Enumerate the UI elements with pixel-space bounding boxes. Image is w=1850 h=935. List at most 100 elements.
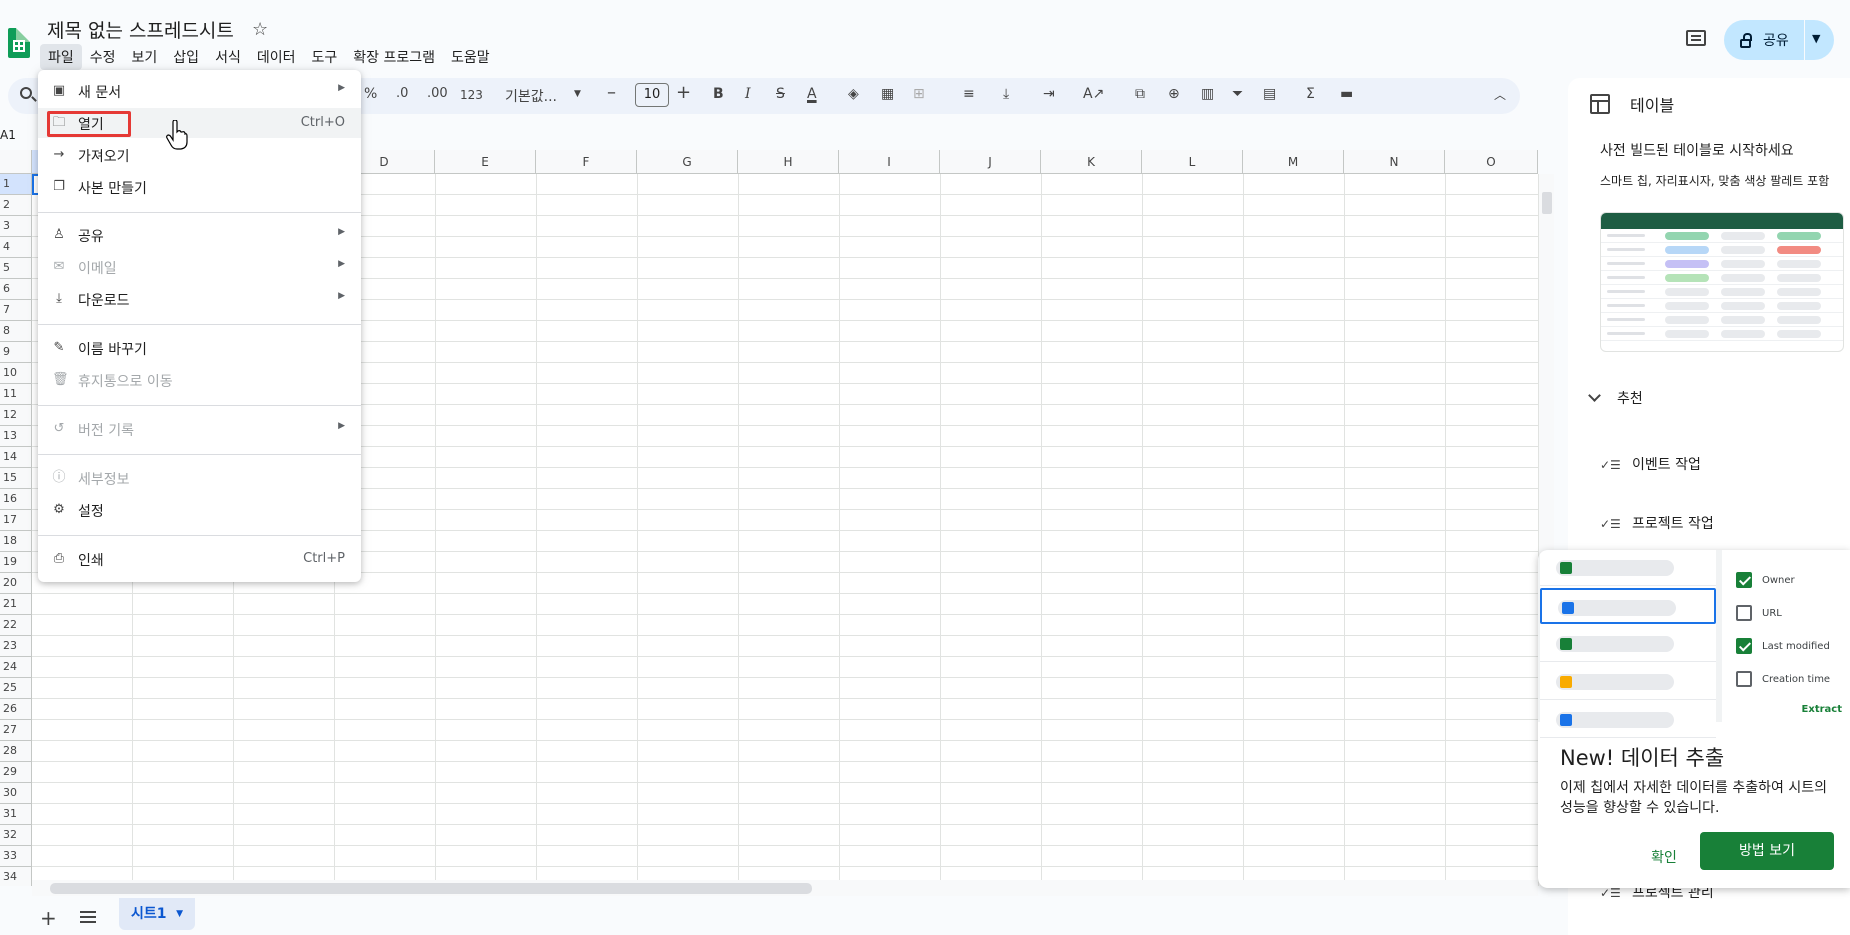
row-header[interactable]: 30 (0, 783, 32, 804)
row-header[interactable]: 18 (0, 531, 32, 552)
column-header[interactable]: N (1344, 150, 1445, 174)
column-header[interactable]: K (1041, 150, 1142, 174)
row-header[interactable]: 9 (0, 342, 32, 363)
horizontal-align-icon[interactable]: ≡ (963, 86, 975, 102)
vertical-align-icon[interactable]: ⤓ (1003, 86, 1009, 102)
add-sheet-icon[interactable]: + (40, 906, 57, 930)
menu-item-version-history[interactable]: ↺ 버전 기록 ▶ (38, 414, 361, 444)
row-header[interactable]: 11 (0, 384, 32, 405)
column-header[interactable]: J (940, 150, 1041, 174)
collapse-toolbar-icon[interactable]: ︿ (1494, 86, 1506, 103)
menu-item-rename[interactable]: ✎ 이름 바꾸기 (38, 333, 361, 363)
row-header[interactable]: 12 (0, 405, 32, 426)
row-header[interactable]: 3 (0, 216, 32, 237)
column-header[interactable]: H (738, 150, 839, 174)
name-box[interactable]: A1 (0, 128, 16, 142)
share-dropdown-icon[interactable]: ▼ (1812, 32, 1820, 45)
menu-data[interactable]: 데이터 (249, 44, 304, 70)
menu-insert[interactable]: 삽입 (165, 44, 207, 70)
decrease-decimal-button[interactable]: .0 (396, 86, 408, 101)
row-header[interactable]: 15 (0, 468, 32, 489)
row-header[interactable]: 24 (0, 657, 32, 678)
filter-views-icon[interactable]: ▤ (1263, 86, 1276, 102)
insert-chart-icon[interactable]: ▥ (1201, 86, 1214, 102)
sheet-tab-caret-icon[interactable]: ▼ (176, 898, 183, 930)
column-header[interactable]: F (536, 150, 637, 174)
fill-color-icon[interactable]: ◈ (848, 86, 859, 102)
strikethrough-button[interactable]: S (776, 86, 785, 102)
row-header[interactable]: 27 (0, 720, 32, 741)
column-header[interactable]: O (1445, 150, 1538, 174)
borders-icon[interactable]: ▦ (881, 86, 894, 102)
decrease-font-size-button[interactable]: – (607, 82, 616, 103)
font-dropdown-icon[interactable]: ▼ (574, 89, 581, 99)
column-header[interactable]: L (1142, 150, 1243, 174)
menu-tools[interactable]: 도구 (303, 44, 345, 70)
star-icon[interactable]: ☆ (252, 19, 268, 40)
row-header[interactable]: 6 (0, 279, 32, 300)
menu-item-import[interactable]: → 가져오기 (38, 140, 361, 170)
row-header[interactable]: 13 (0, 426, 32, 447)
functions-button[interactable]: Σ (1306, 86, 1315, 102)
row-header[interactable]: 20 (0, 573, 32, 594)
template-event-tasks[interactable]: ✓☰ 이벤트 작업 (1600, 454, 1701, 474)
bold-button[interactable]: B (713, 86, 724, 102)
menu-item-share[interactable]: ♙ 공유 ▶ (38, 220, 361, 250)
row-header[interactable]: 2 (0, 195, 32, 216)
menu-file[interactable]: 파일 (40, 44, 82, 70)
increase-font-size-button[interactable]: + (676, 82, 691, 103)
percent-format-button[interactable]: % (364, 86, 377, 102)
column-header[interactable]: I (839, 150, 940, 174)
row-header[interactable]: 5 (0, 258, 32, 279)
row-header[interactable]: 4 (0, 237, 32, 258)
template-project-tasks[interactable]: ✓☰ 프로젝트 작업 (1600, 513, 1714, 533)
row-header[interactable]: 1 (0, 174, 32, 195)
row-header[interactable]: 26 (0, 699, 32, 720)
select-all-corner[interactable] (0, 150, 32, 174)
column-header[interactable]: E (435, 150, 536, 174)
row-header[interactable]: 29 (0, 762, 32, 783)
menu-help[interactable]: 도움말 (443, 44, 498, 70)
more-formats-button[interactable]: 123 (460, 88, 483, 102)
font-size-input[interactable]: 10 (635, 83, 669, 107)
row-header[interactable]: 33 (0, 846, 32, 867)
comment-history-icon[interactable] (1686, 30, 1706, 46)
row-header[interactable]: 8 (0, 321, 32, 342)
menu-item-new[interactable]: ▣ 새 문서 ▶ (38, 76, 361, 106)
row-header[interactable]: 28 (0, 741, 32, 762)
insert-link-icon[interactable]: ⧉ (1135, 86, 1145, 102)
row-header[interactable]: 16 (0, 489, 32, 510)
row-header[interactable]: 34 (0, 867, 32, 886)
horizontal-scrollbar[interactable] (32, 880, 1538, 896)
all-sheets-icon[interactable] (80, 911, 96, 923)
menu-extensions[interactable]: 확장 프로그램 (345, 44, 443, 70)
row-header[interactable]: 21 (0, 594, 32, 615)
row-header[interactable]: 14 (0, 447, 32, 468)
sheets-logo-icon[interactable] (8, 28, 30, 58)
row-header[interactable]: 10 (0, 363, 32, 384)
menu-item-move-to-trash[interactable]: 🗑 휴지통으로 이동 (38, 365, 361, 395)
insert-comment-icon[interactable]: ⊕ (1168, 86, 1180, 102)
italic-button[interactable]: I (745, 86, 751, 102)
row-header[interactable]: 7 (0, 300, 32, 321)
promo-ok-button[interactable]: 확인 (1634, 840, 1694, 876)
row-header[interactable]: 32 (0, 825, 32, 846)
recommended-section[interactable]: 추천 (1588, 388, 1643, 408)
promo-learn-how-button[interactable]: 방법 보기 (1700, 832, 1834, 870)
share-button[interactable]: 공유 ▼ (1724, 20, 1834, 60)
menu-item-download[interactable]: ⤓ 다운로드 ▶ (38, 284, 361, 314)
increase-decimal-button[interactable]: .00 (427, 86, 448, 101)
menu-view[interactable]: 보기 (124, 44, 166, 70)
column-header[interactable]: G (637, 150, 738, 174)
row-header[interactable]: 25 (0, 678, 32, 699)
menu-item-email[interactable]: ✉ 이메일 ▶ (38, 252, 361, 282)
row-header[interactable]: 19 (0, 552, 32, 573)
text-color-button[interactable]: A (807, 86, 817, 102)
document-title[interactable]: 제목 없는 스프레드시트 (47, 16, 234, 43)
search-menus-icon[interactable] (20, 87, 32, 99)
row-header[interactable]: 23 (0, 636, 32, 657)
text-rotation-icon[interactable]: A↗ (1083, 86, 1104, 102)
menu-edit[interactable]: 수정 (82, 44, 124, 70)
row-header[interactable]: 22 (0, 615, 32, 636)
menu-format[interactable]: 서식 (207, 44, 249, 70)
